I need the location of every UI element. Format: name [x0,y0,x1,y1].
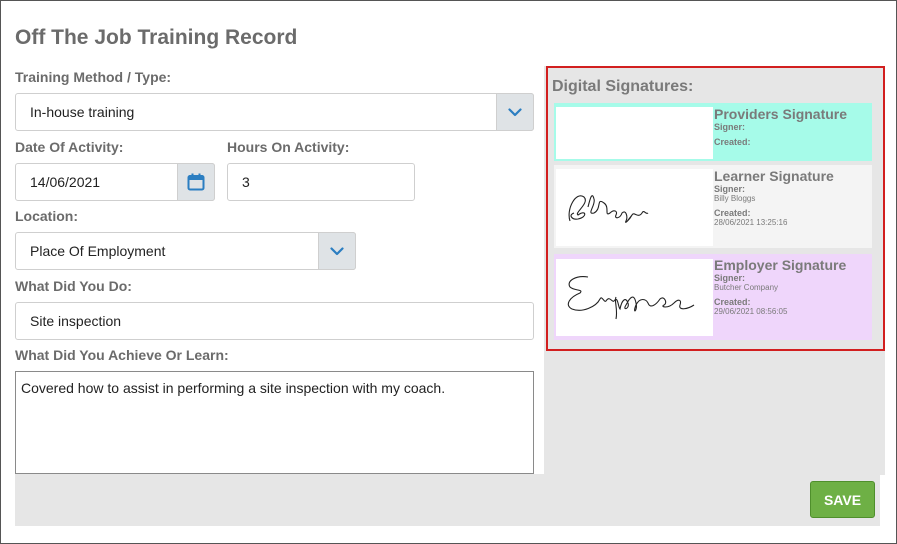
learner-signature-title: Learner Signature [714,168,834,184]
learner-handwritten-signature [568,195,649,223]
signatures-heading: Digital Signatures: [552,78,694,95]
employer-created-value: 29/06/2021 08:56:05 [714,307,788,316]
employer-signature-image[interactable] [556,259,713,336]
what-did-label: What Did You Do: [15,278,132,294]
learner-signer-value: Billy Bloggs [714,194,756,203]
save-button[interactable]: SAVE [810,481,875,518]
what-did-value: Site inspection [30,313,122,329]
date-label: Date Of Activity: [15,139,124,155]
page-title: Off The Job Training Record [15,26,298,49]
hours-input[interactable]: 3 [227,163,415,201]
chevron-down-icon [330,246,344,255]
employer-signature-title: Employer Signature [714,257,847,273]
employer-signer-value: Butcher Company [714,283,779,292]
providers-signature-block: Providers Signature Signer: Created: [554,103,872,161]
location-value: Place Of Employment [30,243,166,259]
achieve-label: What Did You Achieve Or Learn: [15,347,229,363]
calendar-icon [187,173,205,191]
learner-created-value: 28/06/2021 13:25:16 [714,218,788,227]
learner-signature-block: Learner Signature Signer: Billy Bloggs C… [554,165,872,248]
learner-signer-label: Signer: [714,184,746,194]
providers-signature-title: Providers Signature [714,106,848,122]
achieve-textarea[interactable]: Covered how to assist in performing a si… [15,371,534,474]
employer-handwritten-signature [567,276,695,320]
date-value: 14/06/2021 [30,174,101,190]
footer-bar [15,474,880,526]
chevron-down-icon [508,107,522,116]
training-method-select[interactable]: In-house training [15,93,534,131]
hours-label: Hours On Activity: [227,139,350,155]
providers-signer-label: Signer: [714,122,746,132]
providers-signature-image[interactable] [556,107,713,159]
training-method-label: Training Method / Type: [15,69,172,85]
location-dropdown-button[interactable] [318,232,356,270]
location-label: Location: [15,208,78,224]
employer-created-label: Created: [714,297,751,307]
employer-signer-label: Signer: [714,273,746,283]
location-select[interactable]: Place Of Employment [15,232,356,270]
achieve-value: Covered how to assist in performing a si… [21,380,446,396]
training-method-value: In-house training [30,104,135,120]
employer-signature-block: Employer Signature Signer: Butcher Compa… [554,254,872,340]
hours-value: 3 [242,174,250,190]
learner-signature-image[interactable] [556,169,713,246]
what-did-input[interactable]: Site inspection [15,302,534,340]
learner-created-label: Created: [714,208,751,218]
training-method-dropdown-button[interactable] [496,93,534,131]
date-picker-button[interactable] [177,163,215,201]
date-input[interactable]: 14/06/2021 [15,163,215,201]
providers-created-label: Created: [714,137,751,147]
